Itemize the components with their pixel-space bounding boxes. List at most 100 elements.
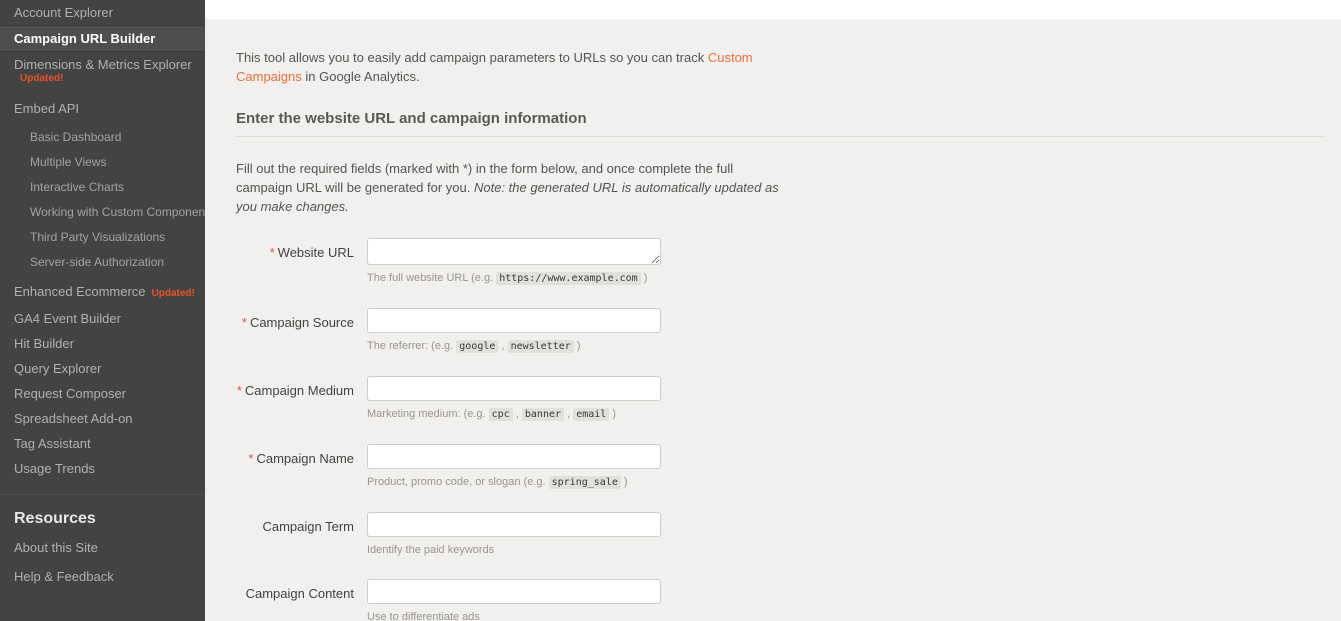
help-campaign-name: Product, promo code, or slogan (e.g. spr… bbox=[367, 475, 1326, 490]
sidebar-item-label: Working with Custom Components bbox=[30, 205, 205, 219]
label-campaign-source: * Campaign Source bbox=[236, 314, 354, 331]
input-website-url[interactable] bbox=[367, 238, 661, 265]
sidebar-item-account-explorer[interactable]: Account Explorer bbox=[0, 0, 205, 25]
sidebar-resource-about-this-site[interactable]: About this Site bbox=[0, 535, 205, 560]
sidebar-item-updated-badge: Updated! bbox=[20, 73, 64, 84]
help-text: The full website URL (e.g. bbox=[367, 272, 497, 284]
sidebar-item-label: Third Party Visualizations bbox=[30, 230, 166, 244]
required-asterisk-icon: * bbox=[236, 383, 242, 398]
label-text: Campaign Medium bbox=[244, 383, 354, 398]
sidebar: Account Explorer Campaign URL Builder Dime… bbox=[0, 0, 205, 621]
sidebar-item-label: Tag Assistant bbox=[14, 436, 91, 451]
sidebar-item-ga4-event-builder[interactable]: GA4 Event Builder bbox=[0, 306, 205, 331]
input-campaign-name[interactable] bbox=[367, 444, 661, 469]
input-wrap-campaign-medium: Marketing medium: (e.g. cpc , banner , e… bbox=[367, 376, 1326, 422]
sidebar-item-label: Dimensions & Metrics Explorer bbox=[14, 57, 192, 72]
sidebar-item-label: Basic Dashboard bbox=[30, 130, 122, 144]
campaign-url-form: * Website URL The full website URL (e.g. h… bbox=[236, 238, 1326, 621]
help-text: Identify the paid keywords bbox=[367, 544, 495, 556]
sidebar-resources-title: Resources bbox=[14, 510, 96, 527]
label-text: Website URL bbox=[277, 245, 354, 260]
sidebar-item-label: Server-side Authorization bbox=[30, 255, 165, 269]
main-content: This tool allows you to easily add campa… bbox=[205, 0, 1341, 621]
required-asterisk-icon: * bbox=[241, 315, 247, 330]
sidebar-item-campaign-url-builder[interactable]: Campaign URL Builder bbox=[0, 25, 205, 52]
label-website-url: * Website URL bbox=[236, 244, 354, 261]
sidebar-item-basic-dashboard[interactable]: Basic Dashboard bbox=[0, 125, 205, 150]
sidebar-resources-list: About this Site Help & Feedback bbox=[0, 535, 205, 593]
sidebar-item-label: Request Composer bbox=[14, 386, 126, 401]
help-example-code: email bbox=[573, 408, 610, 421]
help-text-suffix: ) bbox=[640, 272, 648, 284]
sidebar-item-label: Campaign URL Builder bbox=[14, 31, 156, 46]
input-campaign-medium[interactable] bbox=[367, 376, 661, 401]
help-website-url: The full website URL (e.g. https://www.e… bbox=[367, 271, 1326, 286]
help-example-code: https://www.example.com bbox=[496, 272, 641, 285]
sidebar-item-enhanced-ecommerce[interactable]: Enhanced Ecommerce Updated! bbox=[0, 279, 205, 306]
label-text: Campaign Name bbox=[256, 451, 354, 466]
sidebar-item-query-explorer[interactable]: Query Explorer bbox=[0, 356, 205, 381]
help-text: Marketing medium: (e.g. bbox=[367, 408, 489, 420]
field-row-campaign-content: Campaign Content Use to differentiate ads bbox=[236, 579, 1326, 621]
field-row-campaign-name: * Campaign Name Product, promo code, or sl… bbox=[236, 444, 1326, 490]
sidebar-item-working-with-custom-components[interactable]: Working with Custom Components bbox=[0, 200, 205, 225]
help-campaign-source: The referrer: (e.g. google , newsletter … bbox=[367, 340, 581, 353]
sidebar-item-multiple-views[interactable]: Multiple Views bbox=[0, 150, 205, 175]
help-text-suffix: ) bbox=[573, 340, 581, 352]
content-column: This tool allows you to easily add campa… bbox=[236, 19, 1326, 621]
sidebar-item-label: Account Explorer bbox=[14, 5, 113, 20]
sidebar-item-label: Enhanced Ecommerce bbox=[14, 284, 146, 299]
section-heading: Enter the website URL and campaign infor… bbox=[236, 110, 1326, 137]
sidebar-resource-label: About this Site bbox=[14, 540, 98, 555]
sidebar-item-request-composer[interactable]: Request Composer bbox=[0, 381, 205, 406]
sidebar-item-usage-trends[interactable]: Usage Trends bbox=[0, 456, 205, 481]
label-text: Campaign Content bbox=[245, 586, 354, 601]
label-text: Campaign Source bbox=[249, 315, 354, 330]
label-campaign-content: Campaign Content bbox=[236, 585, 354, 602]
help-campaign-content: Use to differentiate ads bbox=[367, 610, 1326, 621]
help-example-code: cpc bbox=[488, 408, 513, 421]
label-campaign-term: Campaign Term bbox=[236, 518, 354, 535]
sidebar-item-interactive-charts[interactable]: Interactive Charts bbox=[0, 175, 205, 200]
input-campaign-term[interactable] bbox=[367, 512, 661, 537]
sidebar-item-server-side-authorization[interactable]: Server-side Authorization bbox=[0, 250, 205, 275]
intro-text-before: This tool allows you to easily add campa… bbox=[236, 50, 708, 65]
sidebar-item-updated-badge: Updated! bbox=[151, 288, 195, 299]
input-campaign-content[interactable] bbox=[367, 579, 661, 604]
help-example-code: google bbox=[456, 340, 499, 353]
sidebar-item-tag-assistant[interactable]: Tag Assistant bbox=[0, 431, 205, 456]
app-root: Account Explorer Campaign URL Builder Dime… bbox=[0, 0, 1341, 621]
lead-paragraph: Fill out the required fields (marked wit… bbox=[236, 159, 782, 216]
help-campaign-medium: Marketing medium: (e.g. cpc , banner , e… bbox=[367, 408, 617, 421]
label-text: Campaign Term bbox=[262, 519, 354, 534]
sidebar-item-label: Usage Trends bbox=[14, 461, 95, 476]
input-wrap-campaign-term: Identify the paid keywords bbox=[367, 512, 1326, 557]
sidebar-item-embed-api[interactable]: Embed API bbox=[0, 96, 205, 121]
help-example-code: newsletter bbox=[507, 340, 574, 353]
sidebar-item-hit-builder[interactable]: Hit Builder bbox=[0, 331, 205, 356]
sidebar-item-label: Spreadsheet Add-on bbox=[14, 411, 133, 426]
sidebar-item-spreadsheet-add-on[interactable]: Spreadsheet Add-on bbox=[0, 406, 205, 431]
required-asterisk-icon: * bbox=[269, 245, 275, 260]
sidebar-resource-label: Help & Feedback bbox=[14, 569, 114, 584]
input-wrap-website-url: The full website URL (e.g. https://www.e… bbox=[367, 238, 1326, 286]
input-campaign-source[interactable] bbox=[367, 308, 661, 333]
field-row-campaign-term: Campaign Term Identify the paid keywords bbox=[236, 512, 1326, 557]
help-example-code: banner bbox=[521, 408, 565, 421]
sidebar-item-dimensions-metrics-explorer[interactable]: Dimensions & Metrics Explorer Updated! bbox=[0, 52, 205, 88]
required-asterisk-icon: * bbox=[248, 451, 254, 466]
help-text: Use to differentiate ads bbox=[367, 611, 480, 621]
sidebar-item-third-party-visualizations[interactable]: Third Party Visualizations bbox=[0, 225, 205, 250]
label-campaign-name: * Campaign Name bbox=[236, 450, 354, 467]
sidebar-item-label: Query Explorer bbox=[14, 361, 102, 376]
sidebar-item-label: Embed API bbox=[14, 101, 80, 116]
input-wrap-campaign-source: The referrer: (e.g. google , newsletter … bbox=[367, 308, 1326, 354]
sidebar-item-label: Multiple Views bbox=[30, 155, 107, 169]
intro-text-after: in Google Analytics. bbox=[301, 69, 420, 84]
sidebar-item-label: GA4 Event Builder bbox=[14, 311, 121, 326]
field-row-campaign-medium: * Campaign Medium Marketing medium: (e.g. … bbox=[236, 376, 1326, 422]
help-text-suffix: ) bbox=[620, 476, 628, 488]
sidebar-resource-help-feedback[interactable]: Help & Feedback bbox=[0, 564, 205, 589]
